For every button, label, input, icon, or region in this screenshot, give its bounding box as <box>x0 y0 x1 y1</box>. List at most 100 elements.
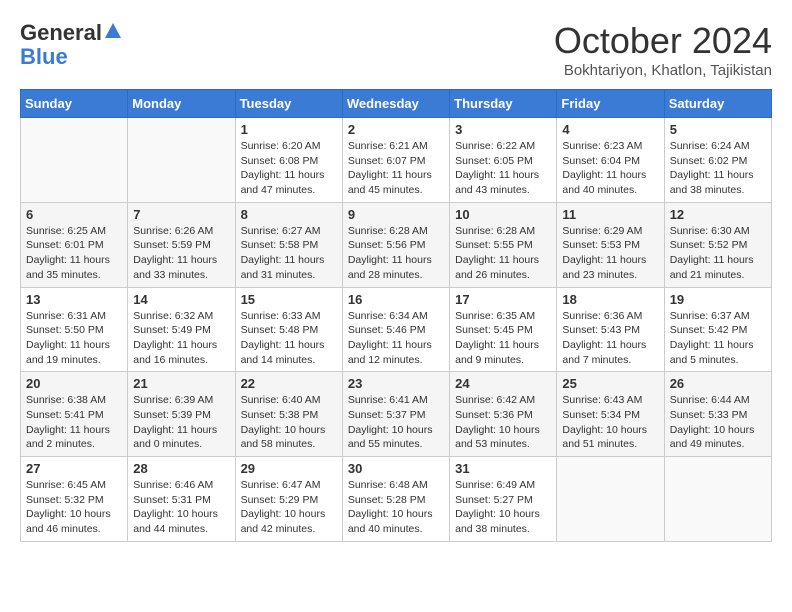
day-number: 21 <box>133 376 229 391</box>
calendar-day-header: Friday <box>557 90 664 118</box>
logo-general: General <box>20 20 102 46</box>
day-number: 10 <box>455 207 551 222</box>
calendar-cell: 15 Sunrise: 6:33 AMSunset: 5:48 PMDayligh… <box>235 287 342 372</box>
calendar-week-row: 6 Sunrise: 6:25 AMSunset: 6:01 PMDaylight… <box>21 202 772 287</box>
day-number: 12 <box>670 207 766 222</box>
day-number: 31 <box>455 461 551 476</box>
day-number: 11 <box>562 207 658 222</box>
calendar-cell: 13 Sunrise: 6:31 AMSunset: 5:50 PMDayligh… <box>21 287 128 372</box>
day-number: 4 <box>562 122 658 137</box>
calendar-cell: 27 Sunrise: 6:45 AMSunset: 5:32 PMDayligh… <box>21 457 128 542</box>
day-number: 19 <box>670 292 766 307</box>
calendar-cell: 28 Sunrise: 6:46 AMSunset: 5:31 PMDayligh… <box>128 457 235 542</box>
day-number: 20 <box>26 376 122 391</box>
day-number: 24 <box>455 376 551 391</box>
day-number: 18 <box>562 292 658 307</box>
calendar-week-row: 1 Sunrise: 6:20 AMSunset: 6:08 PMDaylight… <box>21 118 772 203</box>
day-info: Sunrise: 6:38 AMSunset: 5:41 PMDaylight:… <box>26 393 122 452</box>
calendar-cell: 29 Sunrise: 6:47 AMSunset: 5:29 PMDayligh… <box>235 457 342 542</box>
day-number: 14 <box>133 292 229 307</box>
calendar-day-header: Sunday <box>21 90 128 118</box>
calendar-cell <box>664 457 771 542</box>
calendar-cell: 17Sunrise: 6:35 AMSunset: 5:45 PMDayligh… <box>450 287 557 372</box>
day-number: 13 <box>26 292 122 307</box>
calendar-day-header: Monday <box>128 90 235 118</box>
calendar-cell: 30 Sunrise: 6:48 AMSunset: 5:28 PMDayligh… <box>342 457 449 542</box>
day-info: Sunrise: 6:25 AMSunset: 6:01 PMDaylight:… <box>26 224 122 283</box>
day-info: Sunrise: 6:34 AMSunset: 5:46 PMDaylight:… <box>348 309 444 368</box>
month-title: October 2024 <box>554 20 772 62</box>
day-info: Sunrise: 6:20 AMSunset: 6:08 PMDaylight:… <box>241 139 337 198</box>
day-number: 5 <box>670 122 766 137</box>
day-info: Sunrise: 6:48 AMSunset: 5:28 PMDaylight:… <box>348 478 444 537</box>
calendar-day-header: Saturday <box>664 90 771 118</box>
calendar-cell: 18 Sunrise: 6:36 AMSunset: 5:43 PMDayligh… <box>557 287 664 372</box>
day-info: Sunrise: 6:29 AMSunset: 5:53 PMDaylight:… <box>562 224 658 283</box>
day-number: 29 <box>241 461 337 476</box>
day-info: Sunrise: 6:28 AMSunset: 5:56 PMDaylight:… <box>348 224 444 283</box>
day-info: Sunrise: 6:49 AMSunset: 5:27 PMDaylight:… <box>455 478 551 537</box>
day-info: Sunrise: 6:24 AMSunset: 6:02 PMDaylight:… <box>670 139 766 198</box>
calendar-cell <box>21 118 128 203</box>
day-info: Sunrise: 6:33 AMSunset: 5:48 PMDaylight:… <box>241 309 337 368</box>
calendar-cell: 4 Sunrise: 6:23 AMSunset: 6:04 PMDaylight… <box>557 118 664 203</box>
day-number: 1 <box>241 122 337 137</box>
calendar-cell: 31 Sunrise: 6:49 AMSunset: 5:27 PMDayligh… <box>450 457 557 542</box>
calendar-week-row: 13 Sunrise: 6:31 AMSunset: 5:50 PMDayligh… <box>21 287 772 372</box>
calendar-cell: 26 Sunrise: 6:44 AMSunset: 5:33 PMDayligh… <box>664 372 771 457</box>
calendar-header-row: SundayMondayTuesdayWednesdayThursdayFrid… <box>21 90 772 118</box>
calendar-cell: 7Sunrise: 6:26 AMSunset: 5:59 PMDaylight… <box>128 202 235 287</box>
logo: General Blue <box>20 20 122 68</box>
day-info: Sunrise: 6:36 AMSunset: 5:43 PMDaylight:… <box>562 309 658 368</box>
day-number: 25 <box>562 376 658 391</box>
day-info: Sunrise: 6:43 AMSunset: 5:34 PMDaylight:… <box>562 393 658 452</box>
day-number: 15 <box>241 292 337 307</box>
day-number: 30 <box>348 461 444 476</box>
calendar-cell: 22Sunrise: 6:40 AMSunset: 5:38 PMDayligh… <box>235 372 342 457</box>
calendar-cell: 21 Sunrise: 6:39 AMSunset: 5:39 PMDayligh… <box>128 372 235 457</box>
calendar-cell: 23 Sunrise: 6:41 AMSunset: 5:37 PMDayligh… <box>342 372 449 457</box>
day-number: 3 <box>455 122 551 137</box>
day-number: 22 <box>241 376 337 391</box>
day-info: Sunrise: 6:35 AMSunset: 5:45 PMDaylight:… <box>455 309 551 368</box>
title-area: October 2024 Bokhtariyon, Khatlon, Tajik… <box>554 20 772 79</box>
calendar-cell: 5 Sunrise: 6:24 AMSunset: 6:02 PMDaylight… <box>664 118 771 203</box>
calendar-cell: 2 Sunrise: 6:21 AMSunset: 6:07 PMDaylight… <box>342 118 449 203</box>
day-info: Sunrise: 6:44 AMSunset: 5:33 PMDaylight:… <box>670 393 766 452</box>
calendar-cell <box>128 118 235 203</box>
calendar-week-row: 27 Sunrise: 6:45 AMSunset: 5:32 PMDayligh… <box>21 457 772 542</box>
day-number: 8 <box>241 207 337 222</box>
day-info: Sunrise: 6:45 AMSunset: 5:32 PMDaylight:… <box>26 478 122 537</box>
day-number: 2 <box>348 122 444 137</box>
day-info: Sunrise: 6:31 AMSunset: 5:50 PMDaylight:… <box>26 309 122 368</box>
day-number: 6 <box>26 207 122 222</box>
calendar-day-header: Wednesday <box>342 90 449 118</box>
day-info: Sunrise: 6:39 AMSunset: 5:39 PMDaylight:… <box>133 393 229 452</box>
day-number: 28 <box>133 461 229 476</box>
calendar-cell: 6 Sunrise: 6:25 AMSunset: 6:01 PMDaylight… <box>21 202 128 287</box>
logo-blue: Blue <box>20 46 68 68</box>
page-header: General Blue October 2024 Bokhtariyon, K… <box>20 20 772 79</box>
calendar-cell: 14 Sunrise: 6:32 AMSunset: 5:49 PMDayligh… <box>128 287 235 372</box>
logo-icon <box>104 22 122 45</box>
day-number: 23 <box>348 376 444 391</box>
calendar-cell: 3Sunrise: 6:22 AMSunset: 6:05 PMDaylight… <box>450 118 557 203</box>
day-number: 27 <box>26 461 122 476</box>
day-info: Sunrise: 6:23 AMSunset: 6:04 PMDaylight:… <box>562 139 658 198</box>
calendar-cell: 9Sunrise: 6:28 AMSunset: 5:56 PMDaylight… <box>342 202 449 287</box>
day-info: Sunrise: 6:47 AMSunset: 5:29 PMDaylight:… <box>241 478 337 537</box>
day-info: Sunrise: 6:41 AMSunset: 5:37 PMDaylight:… <box>348 393 444 452</box>
day-info: Sunrise: 6:37 AMSunset: 5:42 PMDaylight:… <box>670 309 766 368</box>
day-info: Sunrise: 6:21 AMSunset: 6:07 PMDaylight:… <box>348 139 444 198</box>
calendar-cell: 10Sunrise: 6:28 AMSunset: 5:55 PMDayligh… <box>450 202 557 287</box>
day-number: 26 <box>670 376 766 391</box>
calendar-cell: 12Sunrise: 6:30 AMSunset: 5:52 PMDayligh… <box>664 202 771 287</box>
calendar-day-header: Tuesday <box>235 90 342 118</box>
calendar-cell: 11 Sunrise: 6:29 AMSunset: 5:53 PMDayligh… <box>557 202 664 287</box>
day-info: Sunrise: 6:46 AMSunset: 5:31 PMDaylight:… <box>133 478 229 537</box>
calendar-cell <box>557 457 664 542</box>
day-info: Sunrise: 6:26 AMSunset: 5:59 PMDaylight:… <box>133 224 229 283</box>
calendar-cell: 1 Sunrise: 6:20 AMSunset: 6:08 PMDaylight… <box>235 118 342 203</box>
calendar-table: SundayMondayTuesdayWednesdayThursdayFrid… <box>20 89 772 542</box>
day-info: Sunrise: 6:32 AMSunset: 5:49 PMDaylight:… <box>133 309 229 368</box>
